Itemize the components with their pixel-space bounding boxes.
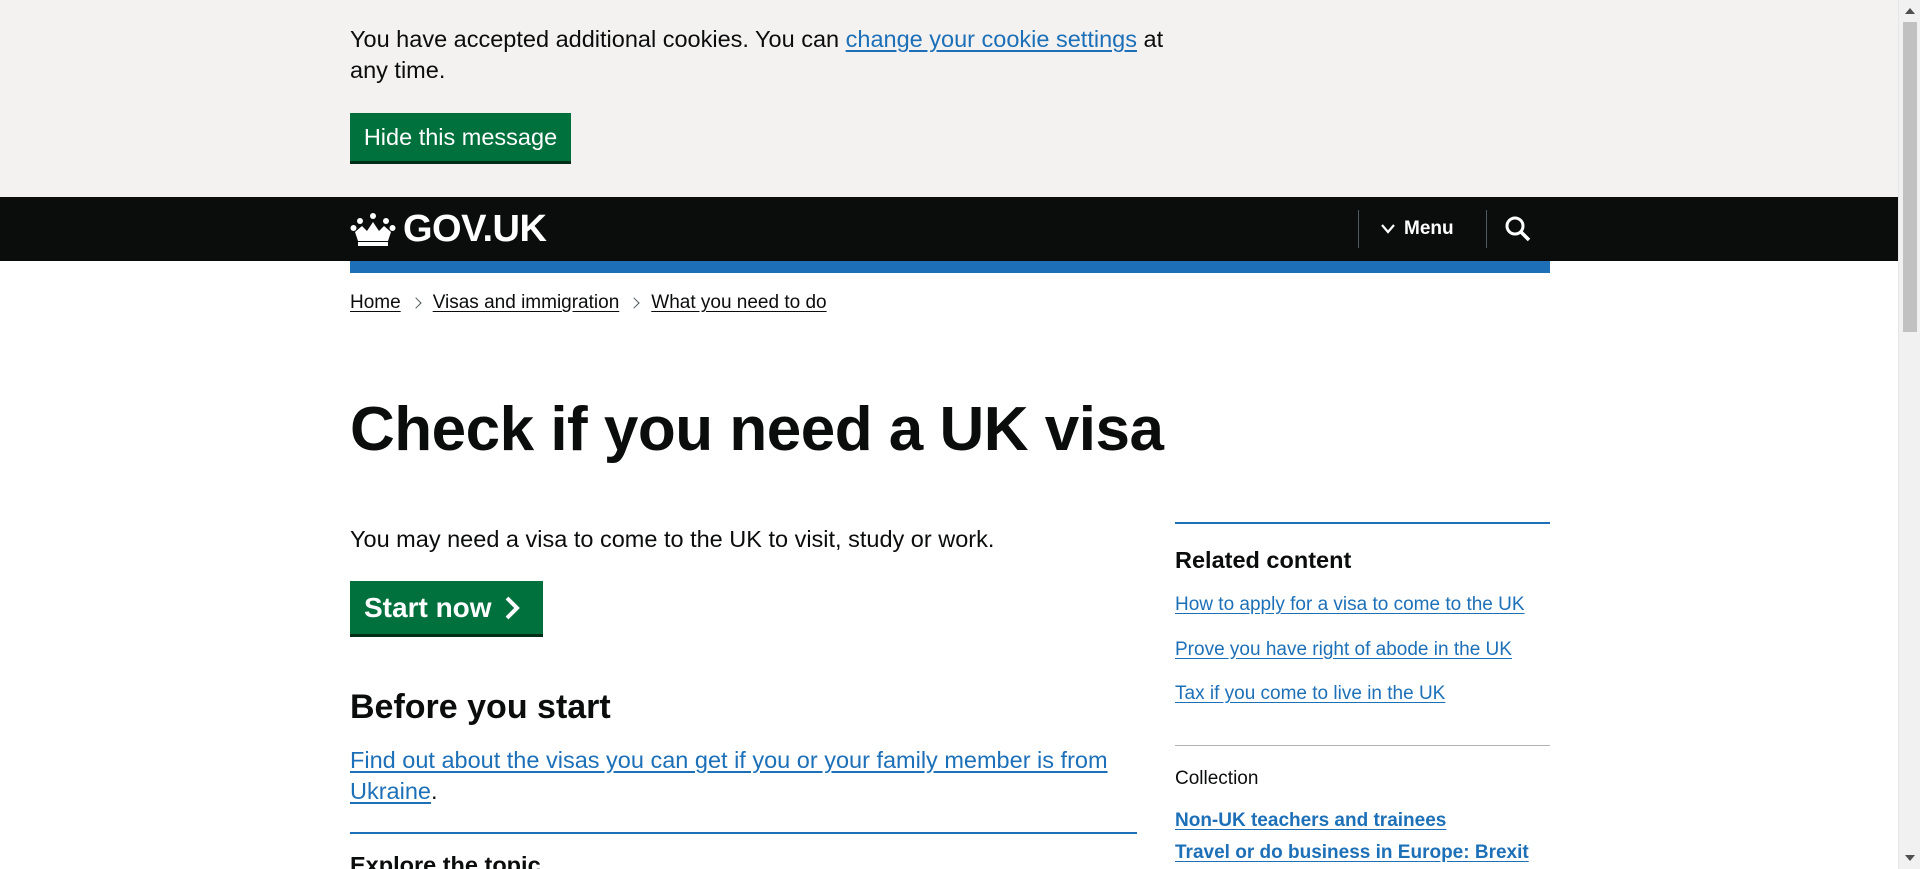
search-icon [1505, 216, 1531, 242]
vertical-scrollbar[interactable] [1898, 0, 1920, 869]
search-button[interactable] [1503, 214, 1533, 244]
list-item: Non-UK teachers and trainees [1175, 809, 1529, 841]
hide-cookie-message-button[interactable]: Hide this message [350, 113, 571, 161]
chevron-down-icon [1381, 224, 1395, 234]
sidebar-divider [1175, 745, 1550, 746]
govuk-logo-link[interactable]: GOV.UK [350, 207, 547, 250]
site-header: GOV.UK Menu [0, 197, 1898, 261]
related-link-right-of-abode[interactable]: Prove you have right of abode in the UK [1175, 639, 1512, 660]
scroll-down-arrow-icon[interactable] [1905, 855, 1915, 861]
before-you-start-heading: Before you start [350, 688, 611, 726]
related-content-heading: Related content [1175, 547, 1352, 573]
chevron-right-icon [505, 596, 520, 619]
header-divider [1358, 210, 1359, 248]
cookie-settings-link[interactable]: change your cookie settings [846, 26, 1137, 52]
explore-topic-heading: Explore the topic [350, 852, 541, 869]
start-now-label: Start now [364, 591, 492, 623]
sidebar-top-rule [1175, 522, 1550, 524]
list-item: Tax if you come to live in the UK [1175, 682, 1525, 727]
section-divider [350, 832, 1137, 834]
breadcrumb-home[interactable]: Home [350, 292, 401, 314]
breadcrumb: Home Visas and immigration What you need… [350, 292, 827, 314]
scroll-up-arrow-icon[interactable] [1905, 8, 1915, 14]
list-item: Travel or do business in Europe: Brexit [1175, 841, 1529, 869]
related-link-tax[interactable]: Tax if you come to live in the UK [1175, 683, 1445, 704]
page-title: Check if you need a UK visa [350, 395, 1164, 464]
breadcrumb-separator-icon [619, 293, 651, 313]
collection-link-brexit[interactable]: Travel or do business in Europe: Brexit [1175, 842, 1529, 863]
collection-list: Non-UK teachers and trainees Travel or d… [1175, 809, 1529, 869]
header-divider [1486, 210, 1487, 248]
govuk-logo-text: GOV.UK [403, 207, 547, 250]
browser-viewport: You have accepted additional cookies. Yo… [0, 0, 1920, 869]
ukraine-visas-link[interactable]: Find out about the visas you can get if … [350, 747, 1108, 804]
breadcrumb-what-you-need[interactable]: What you need to do [651, 292, 826, 314]
collection-label: Collection [1175, 768, 1259, 789]
collection-link-teachers[interactable]: Non-UK teachers and trainees [1175, 810, 1446, 831]
ukraine-suffix: . [430, 778, 438, 804]
breadcrumb-separator-icon [401, 293, 433, 313]
list-item: How to apply for a visa to come to the U… [1175, 593, 1525, 638]
start-now-button[interactable]: Start now [350, 581, 543, 634]
crown-icon [350, 213, 396, 246]
header-blue-bar [350, 261, 1550, 273]
cookie-message: You have accepted additional cookies. Yo… [350, 24, 1170, 86]
scrollbar-thumb[interactable] [1903, 22, 1917, 332]
menu-label: Menu [1404, 218, 1454, 239]
list-item: Prove you have right of abode in the UK [1175, 638, 1525, 683]
breadcrumb-visas[interactable]: Visas and immigration [433, 292, 620, 314]
related-link-apply-visa[interactable]: How to apply for a visa to come to the U… [1175, 594, 1525, 615]
cookie-banner: You have accepted additional cookies. Yo… [0, 0, 1898, 197]
cookie-message-start: You have accepted additional cookies. Yo… [350, 26, 846, 52]
ukraine-paragraph: Find out about the visas you can get if … [350, 745, 1130, 807]
menu-button[interactable]: Menu [1380, 213, 1454, 245]
lead-paragraph: You may need a visa to come to the UK to… [350, 526, 995, 552]
related-content-list: How to apply for a visa to come to the U… [1175, 593, 1525, 727]
